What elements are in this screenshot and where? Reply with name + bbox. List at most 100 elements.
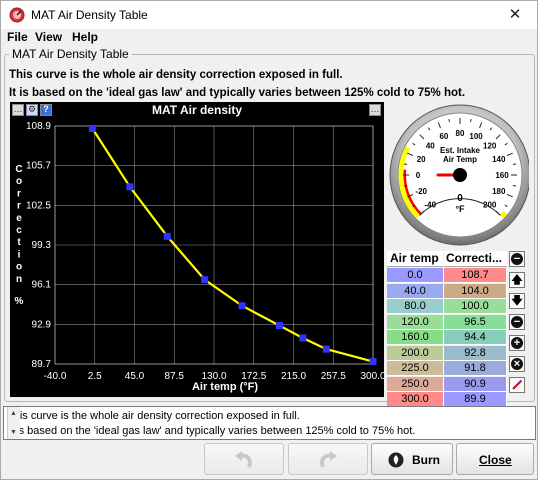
cell-air-temp[interactable]: 120.0 <box>387 314 444 330</box>
clear-icon[interactable]: × <box>509 356 525 372</box>
gauge-scale-label: 0 <box>416 171 421 180</box>
burn-button[interactable]: Burn <box>371 443 453 475</box>
column-header-air-temp: Air temp <box>387 251 443 267</box>
cell-correction[interactable]: 108.7 <box>444 268 507 283</box>
gauge-title-line-2: Air Temp <box>443 155 477 164</box>
help-text-line-2: It is based on the 'ideal gas law' and t… <box>7 425 416 437</box>
menu-help[interactable]: Help <box>72 30 98 44</box>
cell-air-temp[interactable]: 160.0 <box>387 330 444 345</box>
column-header-correction: Correcti... <box>444 251 507 267</box>
cell-air-temp[interactable]: 40.0 <box>387 283 444 299</box>
help-text-line-1: This curve is the whole air density corr… <box>7 410 300 422</box>
gauge-yellow-zone-high <box>499 210 508 219</box>
undo-button[interactable] <box>204 443 284 475</box>
y-axis-label-letter: n <box>16 274 22 285</box>
y-axis-label: Correction% <box>15 164 24 307</box>
gauge-value: 0 <box>457 193 463 204</box>
x-axis-label: Air temp (°F) <box>192 381 258 393</box>
help-text-area[interactable]: This curve is the whole air density corr… <box>3 406 536 440</box>
gauge-tick <box>448 118 450 123</box>
y-axis-label-letter: o <box>16 262 22 273</box>
cell-correction[interactable]: 104.0 <box>444 283 507 299</box>
close-button[interactable]: Close <box>456 443 534 475</box>
cell-correction[interactable]: 90.9 <box>444 376 507 392</box>
y-axis-label-unit: % <box>15 296 24 307</box>
data-point[interactable] <box>238 302 246 310</box>
data-point[interactable] <box>126 183 134 191</box>
cell-air-temp[interactable]: 300.0 <box>387 392 444 407</box>
menu-bar: File View Help <box>1 29 537 47</box>
cell-correction[interactable]: 89.9 <box>444 392 507 407</box>
data-point[interactable] <box>369 358 377 366</box>
x-tick-label: 300.0 <box>360 371 384 382</box>
x-tick-label: 87.5 <box>165 371 185 382</box>
undo-icon <box>235 451 252 468</box>
air-density-chart[interactable]: … ⚙ ? … MAT Air density 108.9 105.7 102.5 9… <box>10 102 384 397</box>
y-axis-label-letter: C <box>15 164 22 175</box>
y-axis-label-letter: c <box>16 225 22 236</box>
data-point[interactable] <box>322 345 330 353</box>
description-line-2: It is based on the 'ideal gas law' and t… <box>9 87 466 99</box>
cell-air-temp[interactable]: 200.0 <box>387 345 444 361</box>
gauge-scale-label: 200 <box>483 201 497 210</box>
dialog-window: MAT Air Density Table ✕ File View Help M… <box>0 0 538 480</box>
menu-file[interactable]: File <box>7 30 28 44</box>
cell-correction[interactable]: 92.8 <box>444 345 507 361</box>
gauge-scale-label: 40 <box>426 141 435 150</box>
gauge-title-line-1: Est. Intake <box>440 146 481 155</box>
x-tick-label: -40.0 <box>44 371 67 382</box>
data-point[interactable] <box>163 232 171 240</box>
group-title: MAT Air Density Table <box>9 47 132 61</box>
data-point[interactable] <box>201 276 209 284</box>
y-tick-label: 102.5 <box>26 200 51 211</box>
chart-plot: MAT Air density 108.9 105.7 102.5 99.3 96.1 9… <box>15 103 384 393</box>
y-tick-label: 89.7 <box>32 359 52 370</box>
x-tick-label: 45.0 <box>125 371 145 382</box>
close-window-icon[interactable]: ✕ <box>493 1 537 29</box>
y-axis-label-letter: o <box>16 176 22 187</box>
data-point[interactable] <box>299 334 307 342</box>
cell-correction[interactable]: 91.8 <box>444 361 507 376</box>
y-axis-label-letter: r <box>17 201 21 212</box>
cell-air-temp[interactable]: 0.0 <box>387 268 444 283</box>
curve-table: Air temp Correcti... 0.0 108.7 40.0 104.0 80… <box>387 251 507 407</box>
cell-air-temp[interactable]: 80.0 <box>387 299 444 314</box>
cell-correction[interactable]: 100.0 <box>444 299 507 314</box>
edit-pen-icon[interactable] <box>509 377 525 393</box>
remove-row-icon[interactable]: − <box>509 314 525 330</box>
data-point[interactable] <box>275 322 283 330</box>
gauge-scale-label: 60 <box>439 132 448 141</box>
chart-title: MAT Air density <box>152 103 242 117</box>
cell-correction[interactable]: 96.5 <box>444 314 507 330</box>
add-row-icon[interactable]: + <box>509 335 525 351</box>
scroll-up-icon[interactable]: ▲ <box>10 410 17 417</box>
move-up-icon[interactable]: 🡅 <box>509 272 525 288</box>
help-scrollbar[interactable]: ▲ ▼ <box>7 407 20 439</box>
data-point[interactable] <box>88 124 96 132</box>
cell-air-temp[interactable]: 250.0 <box>387 376 444 392</box>
gauge-scale-label: 180 <box>492 187 506 196</box>
y-tick-label: 96.1 <box>32 280 52 291</box>
x-tick-label: 257.5 <box>321 371 346 382</box>
scroll-down-icon[interactable]: ▼ <box>10 429 17 436</box>
move-down-icon[interactable]: 🡇 <box>509 293 525 309</box>
y-axis-label-letter: i <box>18 249 21 260</box>
gauge-scale-label: 120 <box>483 141 497 150</box>
cell-correction[interactable]: 94.4 <box>444 330 507 345</box>
x-tick-label: 215.0 <box>281 371 306 382</box>
gauge-scale-label: 160 <box>495 171 509 180</box>
redo-button[interactable] <box>288 443 368 475</box>
description-line-1: This curve is the whole air density corr… <box>9 69 343 81</box>
close-label: Close <box>479 453 512 467</box>
gauge-scale-label: -20 <box>415 187 427 196</box>
menu-view[interactable]: View <box>35 30 62 44</box>
burn-icon <box>388 452 404 468</box>
collapse-icon[interactable]: − <box>509 251 525 267</box>
y-tick-label: 108.9 <box>26 121 51 132</box>
app-icon <box>9 7 25 23</box>
gauge-scale-label: 20 <box>417 155 426 164</box>
cell-air-temp[interactable]: 225.0 <box>387 361 444 376</box>
y-tick-label: 92.9 <box>32 319 52 330</box>
y-tick-label: 99.3 <box>32 240 52 251</box>
window-title: MAT Air Density Table <box>31 8 148 22</box>
